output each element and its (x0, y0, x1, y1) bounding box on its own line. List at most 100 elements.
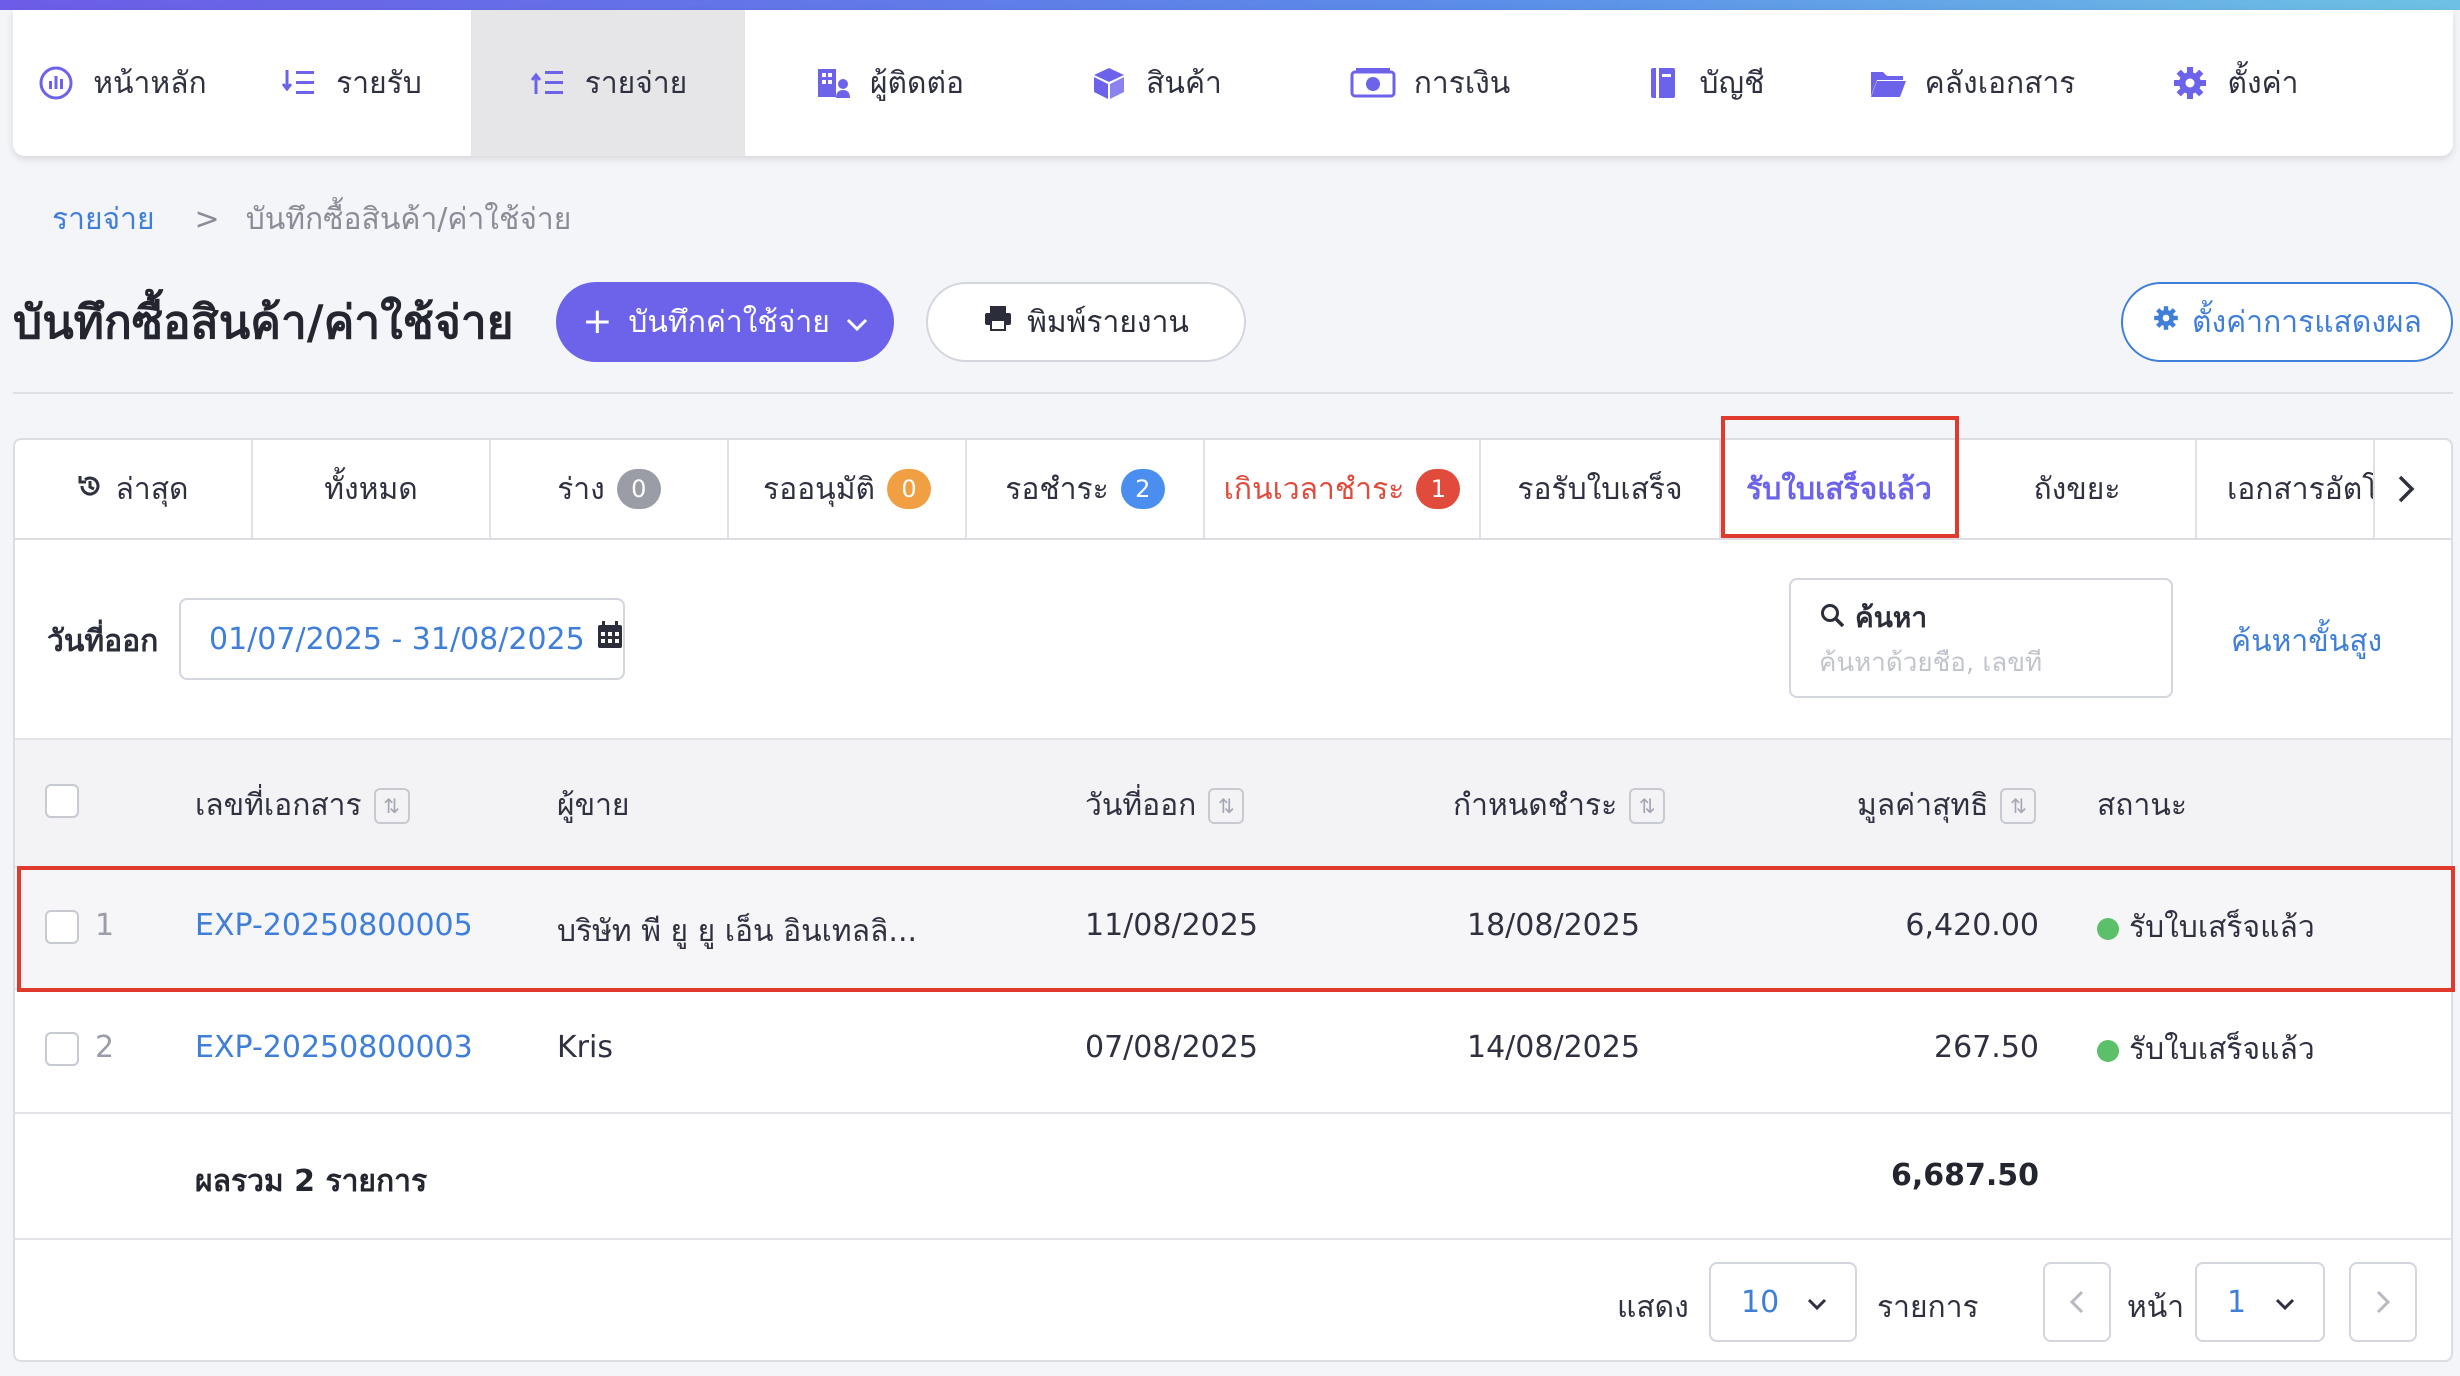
status-label: รับใบเสร็จแล้ว (2129, 910, 2315, 945)
sort-icon[interactable]: ⇅ (1629, 787, 1666, 824)
vendor-name: Kris (557, 1030, 613, 1065)
tab-label: รับใบเสร็จแล้ว (1746, 471, 1932, 507)
column-header-status: สถานะ (2097, 782, 2187, 829)
previous-page-button[interactable] (2043, 1262, 2111, 1342)
tab-label: ถังขยะ (2033, 471, 2121, 507)
tab-draft[interactable]: ร่าง 0 (491, 440, 729, 538)
count-badge: 0 (616, 469, 661, 509)
table-header: เลขที่เอกสาร ⇅ ผู้ขาย วันที่ออก ⇅ กำหนดช… (15, 738, 2451, 866)
search-input[interactable] (1819, 648, 2143, 678)
net-amount: 267.50 (1934, 1030, 2039, 1065)
document-number-link[interactable]: EXP-20250800005 (195, 908, 473, 943)
tab-label: รอชำระ (1005, 471, 1109, 507)
display-settings-button[interactable]: ตั้งค่าการแสดงผล (2121, 282, 2453, 362)
nav-item-accounting[interactable]: บัญชี (1581, 10, 1827, 156)
items-label: รายการ (1877, 1290, 1979, 1325)
search-field[interactable]: ค้นหา (1789, 578, 2173, 698)
tab-label: รออนุมัติ (763, 471, 875, 507)
expense-list-icon (529, 64, 567, 102)
nav-item-income[interactable]: รายรับ (231, 10, 471, 156)
date-filter-label: วันที่ออก (47, 624, 159, 659)
nav-item-documents[interactable]: คลังเอกสาร (1827, 10, 2117, 156)
next-page-button[interactable] (2349, 1262, 2417, 1342)
search-icon (1819, 602, 1845, 635)
header-label: ผู้ขาย (557, 788, 630, 823)
sort-icon[interactable]: ⇅ (2000, 787, 2037, 824)
nav-label: ตั้งค่า (2227, 65, 2299, 101)
print-report-button[interactable]: พิมพ์รายงาน (926, 282, 1246, 362)
tabs-next-arrow[interactable] (2375, 440, 2437, 538)
net-amount: 6,420.00 (1905, 908, 2039, 943)
column-header-issue-date: วันที่ออก ⇅ (1085, 782, 1245, 829)
printer-icon (983, 304, 1013, 340)
breadcrumb-link-expense[interactable]: รายจ่าย (52, 196, 155, 243)
expense-list-card: ล่าสุด ทั้งหมด ร่าง 0 รออนุมัติ 0 รอชำระ… (13, 416, 2455, 1362)
count-badge: 2 (1120, 469, 1165, 509)
total-amount: 6,687.50 (1890, 1158, 2039, 1193)
tab-trash[interactable]: ถังขยะ (1959, 440, 2197, 538)
chevron-down-icon (1807, 1287, 1827, 1317)
page-number-select[interactable]: 1 (2195, 1262, 2325, 1342)
date-range-value: 01/07/2025 - 31/08/2025 (209, 621, 585, 657)
column-header-net-amount: มูลค่าสุทธิ ⇅ (1857, 782, 2037, 829)
tab-all[interactable]: ทั้งหมด (253, 440, 491, 538)
pagination: แสดง 10 รายการ หน้า 1 (15, 1238, 2451, 1362)
tab-label: เกินเวลาชำระ (1223, 471, 1405, 507)
date-range-picker[interactable]: 01/07/2025 - 31/08/2025 (179, 598, 625, 680)
sort-icon[interactable]: ⇅ (373, 787, 410, 824)
breadcrumb-current: บันทึกซื้อสินค้า/ค่าใช้จ่าย (245, 202, 572, 237)
tab-receipt-received[interactable]: รับใบเสร็จแล้ว (1721, 440, 1959, 538)
tab-label: รอรับใบเสร็จ (1517, 471, 1683, 507)
nav-label: สินค้า (1146, 65, 1222, 101)
tab-awaiting-receipt[interactable]: รอรับใบเสร็จ (1481, 440, 1721, 538)
nav-item-home[interactable]: หน้าหลัก (13, 10, 231, 156)
advanced-search-link[interactable]: ค้นหาขั้นสูง (2231, 618, 2382, 665)
tab-awaiting-approval[interactable]: รออนุมัติ 0 (729, 440, 967, 538)
chevron-left-icon (2070, 1290, 2084, 1314)
table-row[interactable]: 1 EXP-20250800005 บริษัท พี ยู ยู เอ็น อ… (15, 866, 2451, 988)
add-expense-button[interactable]: + บันทึกค่าใช้จ่าย (556, 282, 894, 362)
show-label: แสดง (1617, 1290, 1689, 1325)
row-checkbox[interactable] (45, 910, 79, 944)
header-label: วันที่ออก (1085, 788, 1197, 823)
nav-label: การเงิน (1413, 65, 1511, 101)
calendar-icon (597, 621, 623, 657)
sort-icon[interactable]: ⇅ (1208, 787, 1245, 824)
tab-label: ล่าสุด (115, 471, 189, 507)
tab-latest[interactable]: ล่าสุด (15, 440, 253, 538)
tab-label: ทั้งหมด (324, 471, 418, 507)
select-all-checkbox[interactable] (45, 784, 79, 818)
page-size-select[interactable]: 10 (1709, 1262, 1857, 1342)
due-date: 18/08/2025 (1467, 908, 1640, 943)
dashboard-icon (37, 64, 75, 102)
breadcrumb-separator: > (194, 202, 220, 237)
tab-label: ร่าง (557, 471, 605, 507)
chevron-down-icon (846, 305, 868, 340)
nav-item-products[interactable]: สินค้า (1033, 10, 1279, 156)
issue-date: 07/08/2025 (1085, 1030, 1258, 1065)
nav-item-settings[interactable]: ตั้งค่า (2117, 10, 2353, 156)
status-badge: รับใบเสร็จแล้ว (2097, 1026, 2315, 1073)
page-title: บันทึกซื้อสินค้า/ค่าใช้จ่าย (13, 295, 514, 349)
row-checkbox[interactable] (45, 1032, 79, 1066)
top-navigation: หน้าหลัก รายรับ รายจ่าย ผู้ติดต่อ สินค้า… (13, 10, 2453, 156)
tab-overdue[interactable]: เกินเวลาชำระ 1 (1205, 440, 1481, 538)
gear-icon (2152, 304, 2180, 340)
nav-item-contacts[interactable]: ผู้ติดต่อ (745, 10, 1033, 156)
status-label: รับใบเสร็จแล้ว (2129, 1032, 2315, 1067)
history-icon (77, 472, 103, 507)
header-label: กำหนดชำระ (1453, 788, 1618, 823)
status-dot-icon (2097, 1039, 2119, 1062)
tab-awaiting-payment[interactable]: รอชำระ 2 (967, 440, 1205, 538)
print-report-label: พิมพ์รายงาน (1027, 304, 1189, 340)
header-label: สถานะ (2097, 788, 2187, 823)
table-row[interactable]: 2 EXP-20250800003 Kris 07/08/2025 14/08/… (15, 988, 2451, 1110)
tab-auto-documents[interactable]: เอกสารอัตโน (2197, 440, 2375, 538)
nav-item-expense[interactable]: รายจ่าย (471, 10, 745, 156)
header-label: เลขที่เอกสาร (195, 788, 362, 823)
page-label: หน้า (2127, 1290, 2185, 1325)
nav-item-finance[interactable]: การเงิน (1279, 10, 1581, 156)
document-number-link[interactable]: EXP-20250800003 (195, 1030, 473, 1065)
product-box-icon (1090, 64, 1128, 102)
status-badge: รับใบเสร็จแล้ว (2097, 904, 2315, 951)
